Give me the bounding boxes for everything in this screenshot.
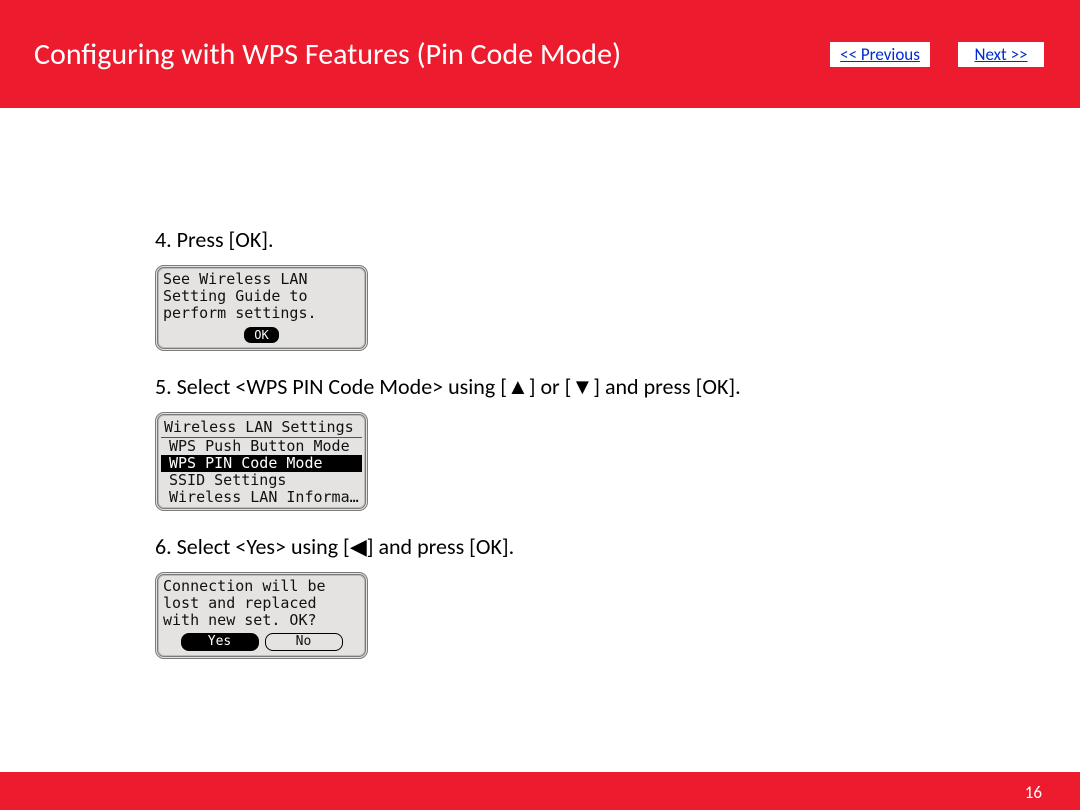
yes-button-graphic: Yes <box>181 633 259 651</box>
step-6: 6. Select <Yes> using [◀] and press [OK]… <box>155 533 1080 659</box>
step-5: 5. Select <WPS PIN Code Mode> using [▲] … <box>155 373 1080 511</box>
lcd3-line1: Connection will be <box>163 578 360 595</box>
lcd1-line3: perform settings. <box>163 305 360 322</box>
step-4-text: 4. Press [OK]. <box>155 226 1080 253</box>
lcd1-line2: Setting Guide to <box>163 288 360 305</box>
lcd3-button-row: Yes No <box>163 633 360 651</box>
footer-bar: 16 <box>0 772 1080 810</box>
step-5-text-b: ] or [ <box>529 373 572 400</box>
left-triangle-icon: ◀ <box>350 534 367 559</box>
previous-link[interactable]: << Previous <box>830 42 930 67</box>
step-5-text: 5. Select <WPS PIN Code Mode> using [▲] … <box>155 373 1080 400</box>
lcd2-item-1: WPS Push Button Mode <box>161 438 362 455</box>
step-6-text: 6. Select <Yes> using [◀] and press [OK]… <box>155 533 1080 560</box>
ok-button-graphic: OK <box>244 327 278 343</box>
up-triangle-icon: ▲ <box>507 374 529 399</box>
next-link[interactable]: Next >> <box>958 42 1044 67</box>
step-5-text-a: 5. Select <WPS PIN Code Mode> using [ <box>155 373 507 400</box>
lcd3-line3: with new set. OK? <box>163 612 360 629</box>
lcd1-line1: See Wireless LAN <box>163 271 360 288</box>
step-5-text-c: ] and press [OK]. <box>593 373 740 400</box>
down-triangle-icon: ▼ <box>571 374 593 399</box>
step-6-text-a: 6. Select <Yes> using [ <box>155 533 350 560</box>
header-bar: Configuring with WPS Features (Pin Code … <box>0 0 1080 108</box>
lcd1-ok-row: OK <box>163 326 360 343</box>
step-6-text-b: ] and press [OK]. <box>367 533 514 560</box>
step-4: 4. Press [OK]. See Wireless LAN Setting … <box>155 226 1080 351</box>
lcd2-item-2-selected: WPS PIN Code Mode <box>161 455 362 472</box>
content-area: 4. Press [OK]. See Wireless LAN Setting … <box>0 108 1080 659</box>
lcd2-item-3: SSID Settings <box>161 472 362 489</box>
lcd-screen-1: See Wireless LAN Setting Guide to perfor… <box>155 265 368 351</box>
lcd-screen-3: Connection will be lost and replaced wit… <box>155 572 368 659</box>
page-title: Configuring with WPS Features (Pin Code … <box>0 36 830 73</box>
lcd2-item-4: Wireless LAN Informa… <box>161 489 362 506</box>
page-number: 16 <box>1025 782 1042 803</box>
lcd2-title: Wireless LAN Settings <box>161 417 362 438</box>
lcd3-line2: lost and replaced <box>163 595 360 612</box>
no-button-graphic: No <box>265 633 343 651</box>
lcd-screen-2: Wireless LAN Settings WPS Push Button Mo… <box>155 412 368 511</box>
